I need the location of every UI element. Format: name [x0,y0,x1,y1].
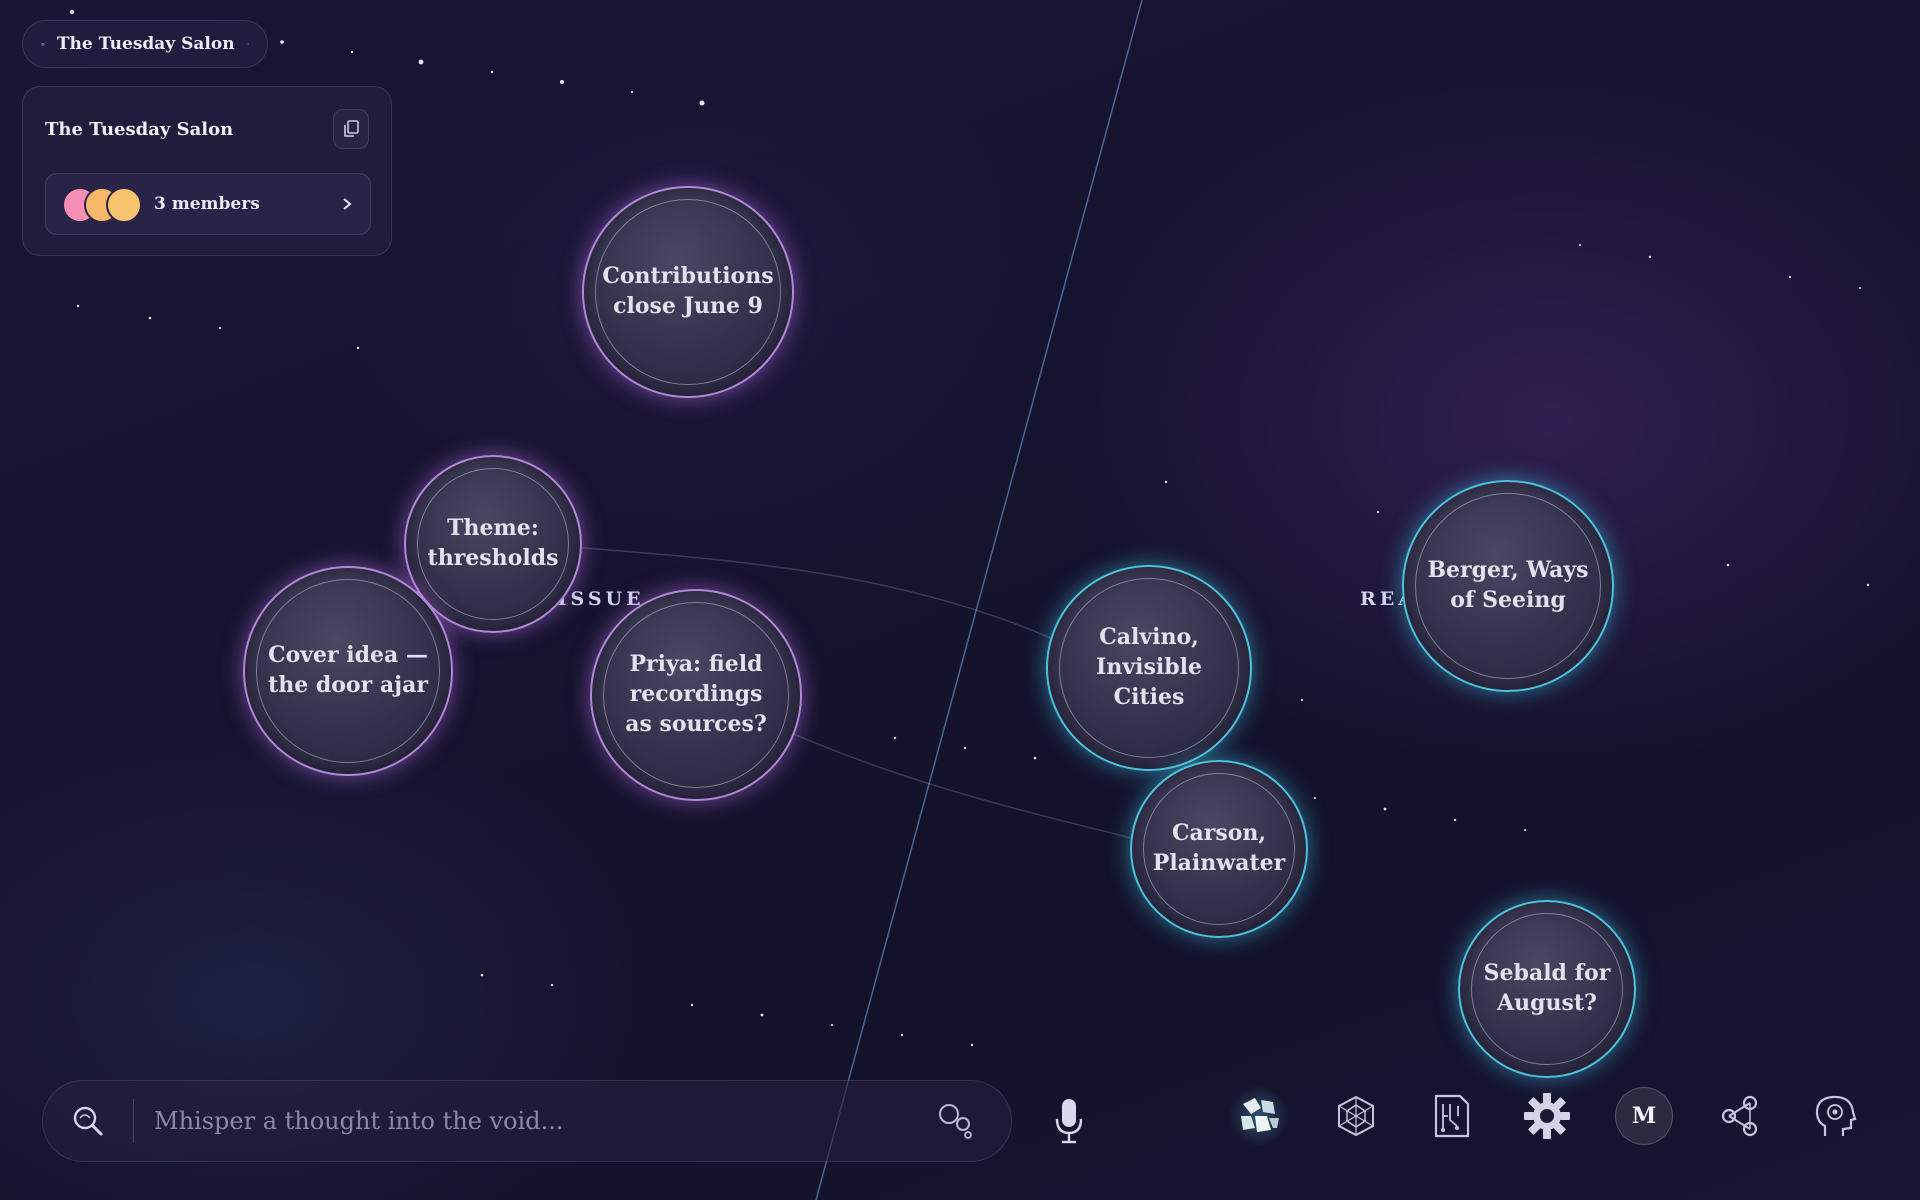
bubbles-icon [939,1104,972,1139]
copy-icon [344,120,359,137]
share-icon [1721,1095,1758,1137]
network-view-button[interactable] [1325,1085,1387,1147]
bubble-text: Calvino, Invisible Cities [1096,624,1202,710]
thought-bubble-sebald[interactable]: Sebald for August? [1458,900,1636,1078]
bubble-text: Priya: field recordings as sources? [625,651,767,737]
network-icon [1338,1095,1374,1137]
thought-bubble-carson[interactable]: Carson, Plainwater [1130,760,1308,938]
thought-bubble-calvino[interactable]: Calvino, Invisible Cities [1046,565,1252,771]
mind-button[interactable] [1804,1085,1866,1147]
share-button[interactable] [1709,1085,1771,1147]
profile-avatar: M [1615,1087,1673,1145]
members-button[interactable]: 3 members [45,173,371,235]
bubble-text: Contributions close June 9 [602,263,774,319]
microphone-icon [1055,1099,1083,1144]
settings-button[interactable] [1516,1085,1578,1147]
settings-icon [1524,1093,1570,1139]
chevron-up-icon [246,43,249,45]
clusters-view-button[interactable] [1228,1085,1290,1147]
bubble-text: Theme: thresholds [427,515,559,571]
thought-bubble-priya[interactable]: Priya: field recordings as sources? [590,589,802,801]
search-bar [42,1080,1012,1162]
thought-bubble-contributions[interactable]: Contributions close June 9 [582,186,794,398]
avatar [106,187,142,223]
microphone-button[interactable] [1048,1090,1090,1152]
group-name: The Tuesday Salon [56,34,235,54]
bubbles-button[interactable] [921,1080,991,1162]
bubble-text: Cover idea — the door ajar [268,642,428,698]
clusters-icon [1241,1098,1279,1132]
thought-bubble-cover[interactable]: Cover idea — the door ajar [243,566,453,776]
bubble-text: Carson, Plainwater [1152,820,1286,876]
search-icon [73,1106,103,1136]
bubble-text: Berger, Ways of Seeing [1427,557,1589,613]
bubble-text: Sebald for August? [1483,960,1611,1016]
thought-bubble-berger[interactable]: Berger, Ways of Seeing [1402,480,1614,692]
search-input[interactable] [134,1090,921,1152]
member-avatars [62,187,146,223]
group-icon [41,42,45,46]
mind-icon [1815,1095,1857,1136]
search-button[interactable] [43,1080,133,1162]
circuit-icon [1434,1094,1470,1138]
circuit-view-button[interactable] [1420,1085,1482,1147]
group-selector[interactable]: The Tuesday Salon [22,20,268,68]
group-panel-title: The Tuesday Salon [45,119,234,140]
group-panel: The Tuesday Salon 3 members [22,86,392,256]
members-count: 3 members [154,194,260,214]
profile-button[interactable]: M [1613,1085,1675,1147]
chevron-right-icon [343,198,352,210]
copy-button[interactable] [333,109,369,149]
